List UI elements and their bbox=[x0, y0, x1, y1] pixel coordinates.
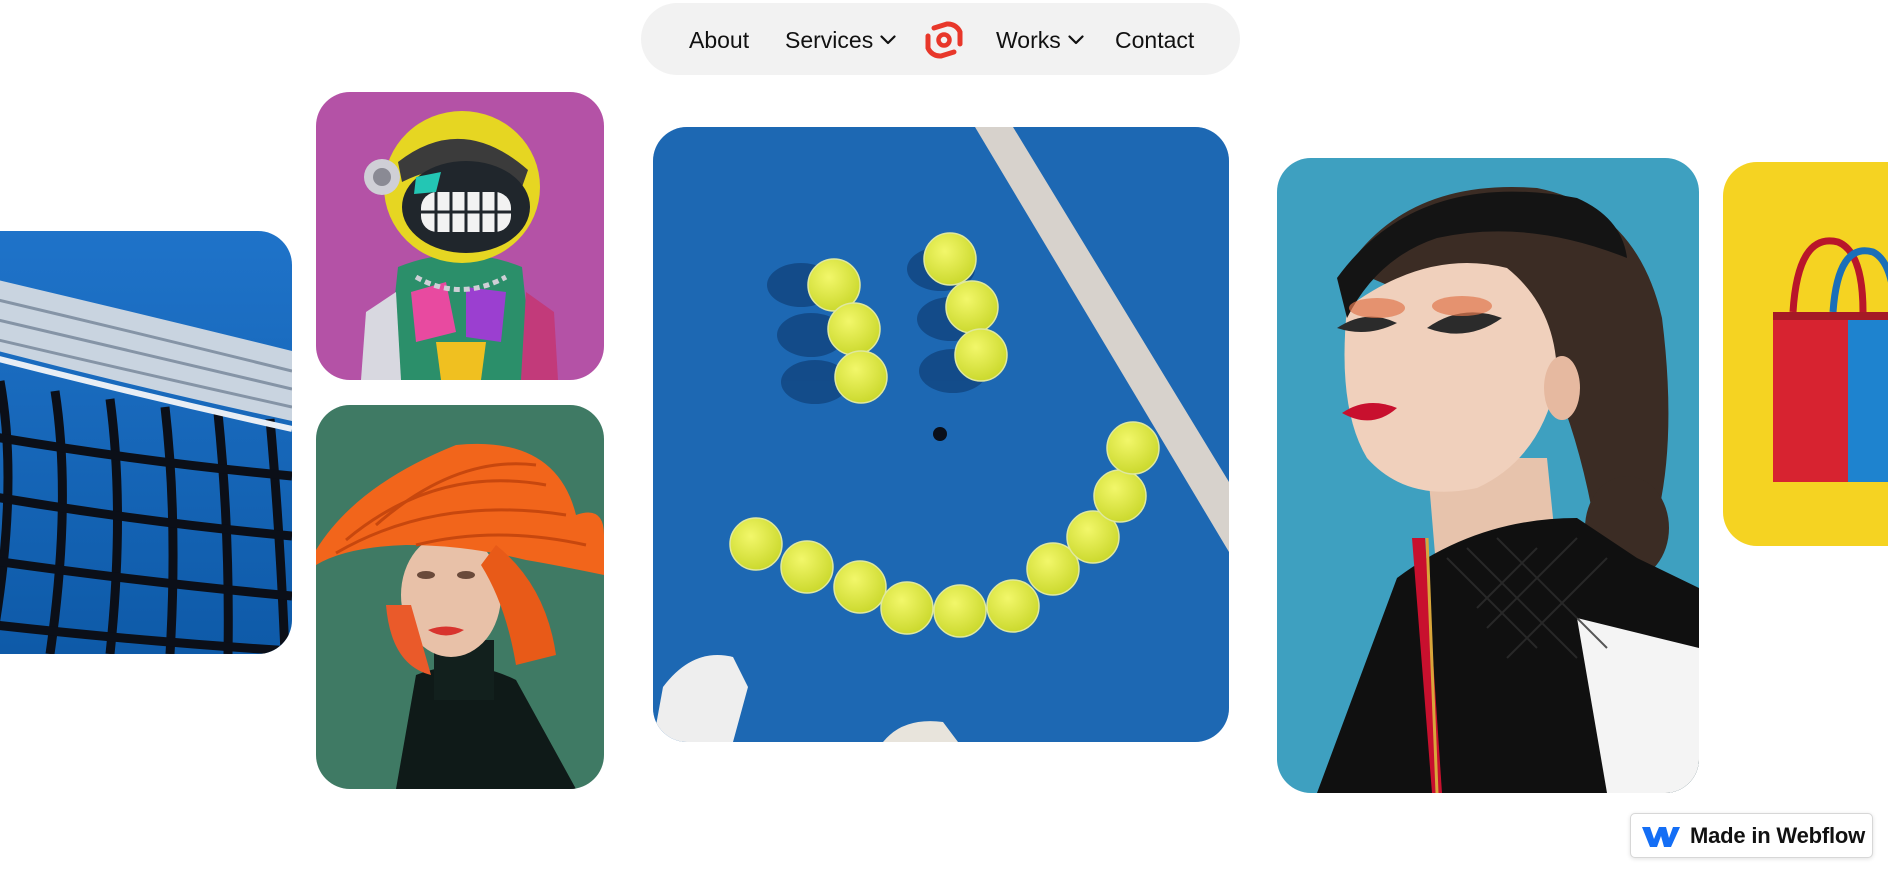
nav-works-dropdown[interactable]: Works bbox=[996, 25, 1084, 55]
robot-astronaut-photo bbox=[316, 92, 604, 380]
orange-hat-woman-photo bbox=[316, 405, 604, 789]
fashion-portrait-photo bbox=[1277, 158, 1699, 793]
tennis-net-photo bbox=[0, 231, 292, 654]
nav-about-label: About bbox=[689, 26, 750, 53]
made-in-webflow-label: Made in Webflow bbox=[1690, 822, 1866, 848]
made-in-webflow-badge[interactable]: Made in Webflow bbox=[1630, 813, 1873, 858]
chevron-down-icon bbox=[880, 35, 896, 45]
tennis-ball-smiley-photo bbox=[653, 127, 1229, 742]
chevron-down-icon bbox=[1068, 35, 1084, 45]
shopping-bag-photo bbox=[1723, 162, 1888, 546]
nav-about-link[interactable]: About bbox=[689, 25, 749, 55]
nav-services-label: Services bbox=[785, 26, 874, 53]
home-logo-link[interactable] bbox=[924, 20, 964, 60]
nav-contact-link[interactable]: Contact bbox=[1115, 25, 1194, 55]
nav-works-label: Works bbox=[996, 26, 1061, 53]
main-navigation: About Services Works Contact bbox=[641, 3, 1240, 75]
nav-contact-label: Contact bbox=[1115, 26, 1195, 53]
webflow-logo-icon bbox=[1642, 826, 1680, 847]
nav-services-dropdown[interactable]: Services bbox=[785, 25, 896, 55]
camera-lens-logo-icon bbox=[925, 21, 963, 59]
